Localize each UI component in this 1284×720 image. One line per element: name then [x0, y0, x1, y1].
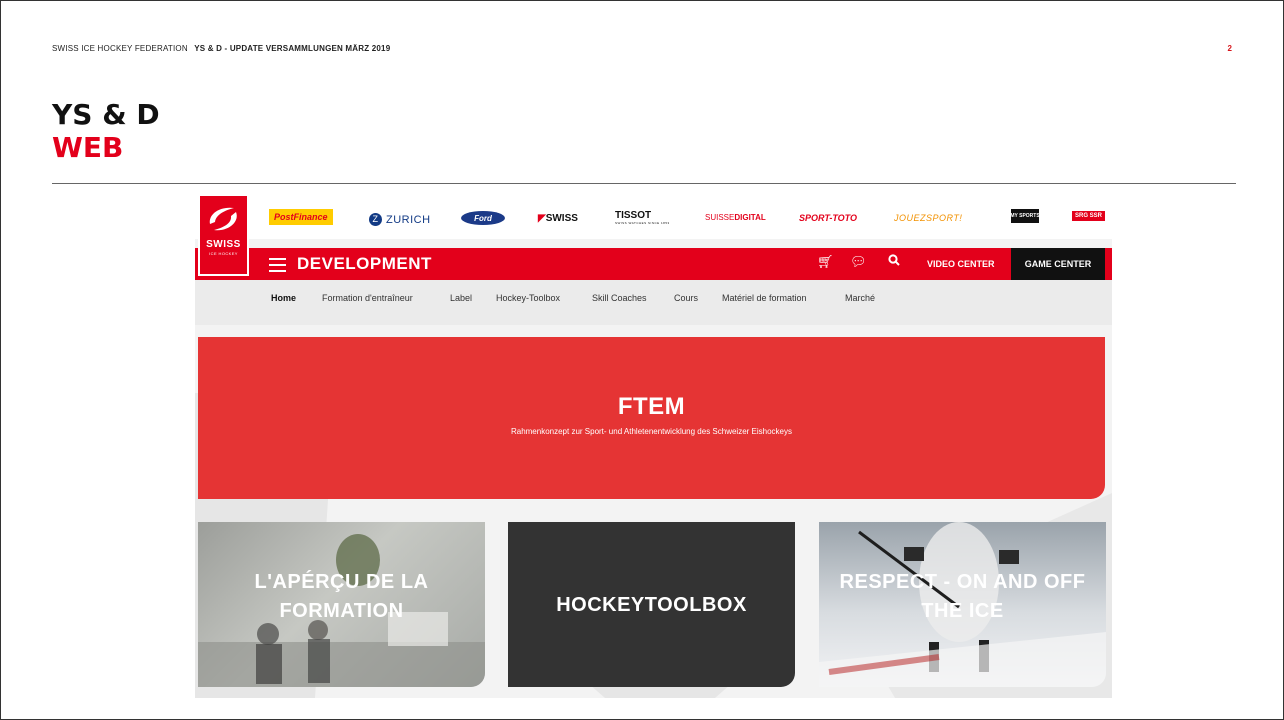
game-center-button[interactable]: GAME CENTER — [1011, 248, 1105, 280]
logo-text-swiss: SWISS — [206, 239, 241, 250]
org-name: SWISS ICE HOCKEY FEDERATION — [52, 44, 188, 53]
subnav-item-formation[interactable]: Formation d'entraîneur — [322, 293, 413, 303]
sponsor-ford[interactable]: Ford — [461, 211, 505, 225]
sponsor-mysports[interactable]: MY SPORTS — [1010, 209, 1040, 223]
slide-title-line1: YS & D — [52, 98, 160, 131]
subnav-item-label[interactable]: Label — [450, 293, 472, 303]
card-label: L'APÉRÇU DE LA FORMATION — [254, 571, 429, 622]
main-nav-bar: DEVELOPMENT 🛒︎ 💬︎ VIDEO CENTER GAME CENT… — [195, 248, 1112, 280]
menu-icon[interactable] — [269, 258, 286, 272]
subnav-item-marche[interactable]: Marché — [845, 293, 875, 303]
sponsor-swiss[interactable]: ◤ SWISS — [538, 213, 578, 224]
card-formation-overview[interactable]: L'APÉRÇU DE LA FORMATION — [198, 522, 485, 687]
sponsor-bar: PostFinance Z ZURICH Ford ◤ SWISS TISSOT SW… — [195, 193, 1112, 239]
slide-title-line2: WEB — [52, 131, 124, 164]
hero-title: FTEM — [617, 393, 686, 420]
card-respect-on-off-ice[interactable]: RESPECT - ON AND OFF THE ICE — [819, 522, 1106, 687]
title-divider — [52, 183, 1236, 184]
sub-navigation: Home Formation d'entraîneur Label Hockey… — [195, 280, 1112, 325]
sponsor-suisse-digital[interactable]: SUISSE DIGITAL — [705, 213, 766, 222]
swiss-ice-hockey-logo[interactable]: SWISS ICE HOCKEY — [198, 194, 249, 276]
nav-title[interactable]: DEVELOPMENT — [297, 254, 432, 274]
subnav-item-cours[interactable]: Cours — [674, 293, 698, 303]
website-screenshot: PostFinance Z ZURICH Ford ◤ SWISS TISSOT SW… — [195, 193, 1112, 698]
sponsor-zurich[interactable]: Z ZURICH — [369, 213, 431, 226]
ftem-hero-banner[interactable]: FTEM Rahmenkonzept zur Sport- und Athlet… — [198, 337, 1105, 499]
swiss-flag-icon: ◤ — [538, 213, 546, 224]
card-label: RESPECT - ON AND OFF THE ICE — [839, 571, 1086, 622]
sponsor-jouez-sport[interactable]: JOUEZSPORT! — [894, 213, 962, 223]
slide-header: SWISS ICE HOCKEY FEDERATION YS & D - UPD… — [52, 44, 390, 53]
chat-icon[interactable]: 💬︎ — [850, 254, 867, 270]
sponsor-tissot[interactable]: TISSOT SWISS WATCHES SINCE 1853 — [615, 210, 670, 225]
sponsor-srg-ssr[interactable]: SRG SSR — [1072, 211, 1106, 221]
sponsor-postfinance[interactable]: PostFinance — [269, 209, 333, 225]
puck-swoosh-icon — [209, 207, 237, 231]
zurich-logo-icon: Z — [369, 213, 382, 226]
page-number: 2 — [1227, 44, 1232, 53]
card-hockeytoolbox[interactable]: HOCKEYTOOLBOX — [508, 522, 795, 687]
slide-subtitle: YS & D - UPDATE VERSAMMLUNGEN MÄRZ 2019 — [194, 44, 391, 53]
hero-subtitle: Rahmenkonzept zur Sport- und Athletenent… — [510, 427, 793, 436]
subnav-item-home[interactable]: Home — [271, 293, 296, 303]
search-icon[interactable] — [886, 254, 902, 269]
subnav-item-skill-coaches[interactable]: Skill Coaches — [592, 293, 647, 303]
cart-icon[interactable]: 🛒︎ — [817, 254, 834, 270]
subnav-item-materiel[interactable]: Matériel de formation — [722, 293, 807, 303]
logo-text-ice-hockey: ICE HOCKEY — [209, 251, 238, 256]
card-label: HOCKEYTOOLBOX — [556, 594, 747, 616]
video-center-link[interactable]: VIDEO CENTER — [927, 248, 995, 280]
sponsor-sport-toto[interactable]: SPORT-TOTO — [799, 213, 857, 223]
subnav-item-hockey-toolbox[interactable]: Hockey-Toolbox — [496, 293, 560, 303]
